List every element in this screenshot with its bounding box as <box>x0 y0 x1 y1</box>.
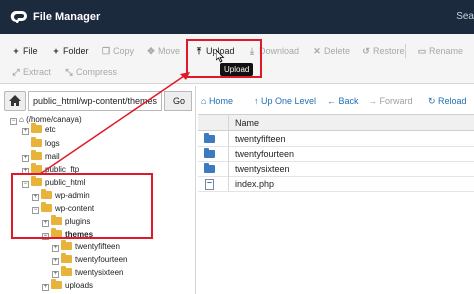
file-manager-window: File Manager Sea + File + Folder ❐ Copy ✥ Mo… <box>0 0 474 294</box>
annotation-arrow <box>39 72 190 175</box>
